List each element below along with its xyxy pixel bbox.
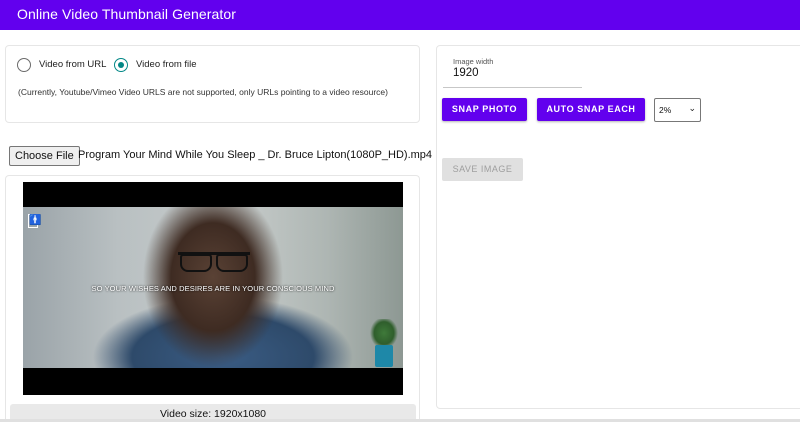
video-caption: SO YOUR WISHES AND DESIRES ARE IN YOUR C… bbox=[91, 284, 335, 293]
image-width-underline bbox=[443, 87, 582, 88]
image-width-label: Image width bbox=[453, 57, 494, 66]
pot-shape bbox=[375, 345, 393, 367]
radio-label-video-from-url[interactable]: Video from URL bbox=[39, 59, 106, 70]
file-input-row: Choose File Program Your Mind While You … bbox=[9, 146, 432, 166]
person-logo-icon: 🚹 bbox=[28, 214, 42, 228]
snap-interval-select[interactable]: 2% ⌄ bbox=[654, 98, 701, 122]
video-player[interactable]: 🚹 SO YOUR WISHES AND DESIRES ARE IN YOUR… bbox=[23, 182, 403, 395]
radio-label-video-from-file[interactable]: Video from file bbox=[136, 59, 197, 70]
app-bar: Online Video Thumbnail Generator bbox=[0, 0, 800, 30]
glasses-shape bbox=[178, 252, 250, 272]
chevron-down-icon: ⌄ bbox=[688, 103, 696, 113]
video-preview-card: 🚹 SO YOUR WISHES AND DESIRES ARE IN YOUR… bbox=[5, 175, 420, 422]
video-source-card: Video from URL Video from file (Currentl… bbox=[5, 45, 420, 123]
snap-interval-value: 2% bbox=[659, 105, 672, 115]
url-support-note: (Currently, Youtube/Vimeo Video URLS are… bbox=[18, 87, 388, 97]
choose-file-button[interactable]: Choose File bbox=[9, 146, 80, 166]
selected-file-name: Program Your Mind While You Sleep _ Dr. … bbox=[78, 149, 433, 161]
save-image-button[interactable]: SAVE IMAGE bbox=[442, 158, 523, 181]
image-width-input[interactable]: 1920 bbox=[453, 67, 479, 79]
radio-video-from-file[interactable] bbox=[114, 58, 128, 72]
snap-photo-button[interactable]: SNAP PHOTO bbox=[442, 98, 527, 121]
radio-video-from-url[interactable] bbox=[17, 58, 31, 72]
auto-snap-each-button[interactable]: AUTO SNAP EACH bbox=[537, 98, 645, 121]
app-title: Online Video Thumbnail Generator bbox=[17, 6, 237, 22]
controls-card: Image width 1920 SNAP PHOTO AUTO SNAP EA… bbox=[436, 45, 800, 409]
